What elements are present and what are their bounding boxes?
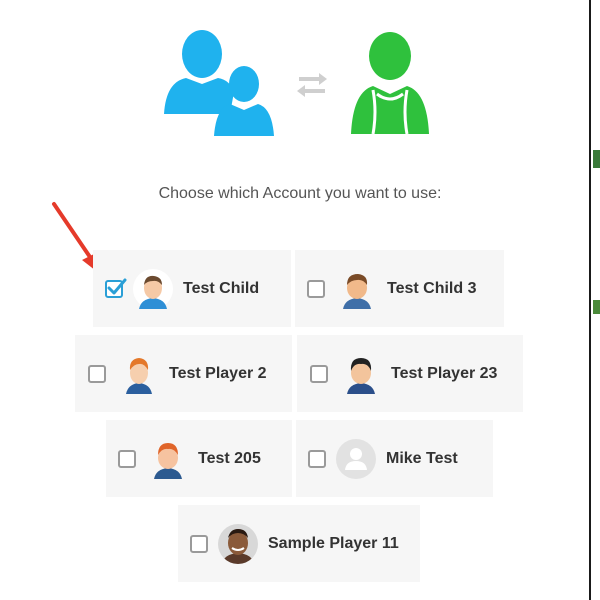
checkbox[interactable] — [88, 364, 106, 383]
account-name: Test Child — [183, 279, 260, 297]
account-card-test-205[interactable]: Test 205 — [106, 420, 292, 497]
boy-orange-hair-avatar — [154, 442, 182, 479]
boy-brown-hair-avatar — [343, 273, 371, 309]
checkbox[interactable] — [310, 364, 328, 383]
boy-brown-hair-avatar — [133, 268, 173, 309]
account-name: Test 205 — [198, 449, 261, 467]
account-card-test-child[interactable]: Test Child — [93, 250, 291, 327]
account-name: Test Player 23 — [391, 364, 498, 382]
checkbox[interactable] — [308, 449, 326, 468]
account-card-test-child-3[interactable]: Test Child 3 — [295, 250, 504, 327]
checkbox-checked[interactable] — [105, 278, 127, 298]
account-card-sample-player-11[interactable]: Sample Player 11 — [178, 505, 420, 582]
checkmark-icon — [107, 278, 127, 294]
account-name: Test Player 2 — [169, 364, 267, 382]
account-name: Sample Player 11 — [268, 534, 399, 552]
account-name: Mike Test — [386, 449, 458, 467]
photo-avatar — [218, 523, 258, 564]
account-card-mike-test[interactable]: Mike Test — [296, 420, 493, 497]
account-card-test-player-2[interactable]: Test Player 2 — [75, 335, 292, 412]
checkbox[interactable] — [118, 449, 136, 468]
checkbox[interactable] — [307, 279, 325, 298]
account-name: Test Child 3 — [387, 279, 477, 297]
boy-orange-hair-avatar — [126, 357, 152, 394]
player-jersey-icon — [351, 32, 429, 134]
account-card-test-player-23[interactable]: Test Player 23 — [297, 335, 523, 412]
swap-arrows-icon — [297, 73, 327, 97]
checkbox[interactable] — [190, 534, 208, 553]
window-edge — [589, 0, 600, 600]
boy-black-hair-avatar — [347, 357, 375, 394]
default-user-avatar — [336, 438, 376, 479]
family-users-icon — [164, 30, 274, 136]
